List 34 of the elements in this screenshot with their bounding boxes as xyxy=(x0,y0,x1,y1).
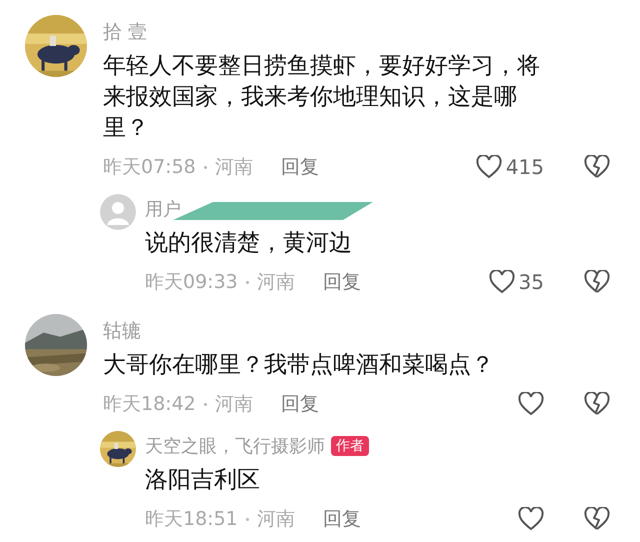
heart-icon xyxy=(518,507,544,531)
comment-text: 洛阳吉利区 xyxy=(145,466,261,495)
heart-icon xyxy=(518,392,544,416)
dislike-button[interactable] xyxy=(584,155,610,179)
comment-location: 河南 xyxy=(214,155,253,180)
comment-time: 昨天18:51 xyxy=(145,507,238,532)
like-button[interactable]: 35 xyxy=(488,270,544,294)
like-button[interactable]: 415 xyxy=(476,155,544,179)
comment-time: 昨天09:33 xyxy=(145,270,238,295)
comment-text: 年轻人不要整日捞鱼摸虾，要好好学习，将来报效国家，我来考你地理知识，这是哪里？ xyxy=(103,52,541,143)
like-button[interactable] xyxy=(518,507,544,531)
like-button[interactable] xyxy=(518,392,544,416)
username[interactable]: 轱辘 xyxy=(103,318,141,344)
comment-location: 河南 xyxy=(214,392,253,417)
reply-button[interactable]: 回复 xyxy=(280,154,319,180)
comment-location: 河南 xyxy=(256,507,295,532)
username[interactable]: 拾 壹 xyxy=(103,19,148,45)
comment-time: 昨天18:42 xyxy=(103,392,196,417)
comment-text: 说的很清楚，黄河边 xyxy=(145,229,353,258)
reply-button[interactable]: 回复 xyxy=(322,506,361,532)
dislike-button[interactable] xyxy=(584,270,610,294)
username[interactable]: 天空之眼，飞行摄影师 xyxy=(145,434,325,458)
comment-location: 河南 xyxy=(256,270,295,295)
heart-icon xyxy=(488,270,515,294)
comment-time: 昨天07:58 xyxy=(103,155,196,180)
avatar-icon xyxy=(100,194,136,230)
reply-button[interactable]: 回复 xyxy=(280,391,319,417)
dislike-button[interactable] xyxy=(584,507,610,531)
username[interactable]: 用户 xyxy=(145,197,181,221)
comment-text: 大哥你在哪里？我带点啤酒和菜喝点？ xyxy=(103,351,495,380)
heart-icon xyxy=(476,155,502,179)
reply-button[interactable]: 回复 xyxy=(322,269,361,295)
dislike-button[interactable] xyxy=(584,392,610,416)
author-badge: 作者 xyxy=(331,436,369,456)
